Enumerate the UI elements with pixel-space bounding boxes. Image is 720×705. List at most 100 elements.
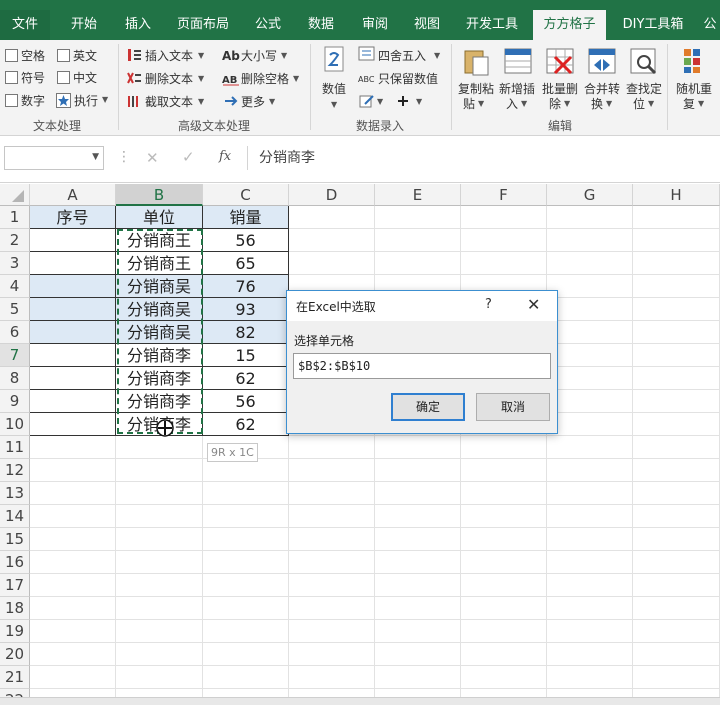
cell-c18[interactable] — [203, 597, 289, 620]
cell-c21[interactable] — [203, 666, 289, 689]
cell-h1[interactable] — [633, 206, 720, 229]
insert-new-dropdown-icon[interactable]: ▼ — [521, 99, 527, 108]
value-button[interactable]: 数值 — [322, 80, 346, 97]
cell-d15[interactable] — [289, 528, 375, 551]
cell-h17[interactable] — [633, 574, 720, 597]
cell-e15[interactable] — [375, 528, 461, 551]
cell-f11[interactable] — [461, 436, 547, 459]
cell-g16[interactable] — [547, 551, 633, 574]
cell-g5[interactable] — [547, 298, 633, 321]
cell-d12[interactable] — [289, 459, 375, 482]
copy-paste-button-line2[interactable]: 贴 — [463, 95, 475, 112]
cell-c6[interactable]: 82 — [203, 321, 289, 344]
cell-a8[interactable] — [30, 367, 116, 390]
row-header-15[interactable]: 15 — [0, 528, 30, 551]
ok-button[interactable]: 确定 — [391, 393, 465, 421]
cell-a3[interactable] — [30, 252, 116, 275]
cell-a19[interactable] — [30, 620, 116, 643]
plus-dropdown-icon[interactable]: ▼ — [416, 97, 422, 106]
cell-h7[interactable] — [633, 344, 720, 367]
cell-h6[interactable] — [633, 321, 720, 344]
row-header-14[interactable]: 14 — [0, 505, 30, 528]
row-header-10[interactable]: 10 — [0, 413, 30, 436]
cell-f14[interactable] — [461, 505, 547, 528]
more-button[interactable]: 更多 — [241, 93, 265, 110]
row-header-13[interactable]: 13 — [0, 482, 30, 505]
cell-e12[interactable] — [375, 459, 461, 482]
extract-text-button[interactable]: 截取文本 — [145, 93, 193, 110]
cell-d18[interactable] — [289, 597, 375, 620]
cell-g8[interactable] — [547, 367, 633, 390]
execute-label[interactable]: 执行 — [74, 92, 98, 109]
cell-a2[interactable] — [30, 229, 116, 252]
cell-a11[interactable] — [30, 436, 116, 459]
cell-e20[interactable] — [375, 643, 461, 666]
row-header-20[interactable]: 20 — [0, 643, 30, 666]
cell-d11[interactable] — [289, 436, 375, 459]
cell-e17[interactable] — [375, 574, 461, 597]
cell-e13[interactable] — [375, 482, 461, 505]
cell-a18[interactable] — [30, 597, 116, 620]
cell-d3[interactable] — [289, 252, 375, 275]
cell-a12[interactable] — [30, 459, 116, 482]
find-locate-button-line2[interactable]: 位 — [633, 95, 645, 112]
dialog-title-bar[interactable]: 在Excel中选取 ? ✕ — [287, 291, 557, 321]
batch-delete-button-line2[interactable]: 除 — [549, 95, 561, 112]
range-input[interactable]: $B$2:$B$10 — [293, 353, 551, 379]
cell-h11[interactable] — [633, 436, 720, 459]
cell-c20[interactable] — [203, 643, 289, 666]
select-all-corner[interactable] — [0, 184, 30, 206]
cell-a13[interactable] — [30, 482, 116, 505]
tab-home[interactable]: 开始 — [55, 10, 113, 40]
cell-b13[interactable] — [116, 482, 203, 505]
cell-b15[interactable] — [116, 528, 203, 551]
cell-b7[interactable]: 分销商李 — [116, 344, 203, 367]
space-checkbox[interactable] — [5, 49, 18, 62]
cell-g14[interactable] — [547, 505, 633, 528]
cell-e16[interactable] — [375, 551, 461, 574]
cell-b2[interactable]: 分销商王 — [116, 229, 203, 252]
random-repeat-button-line2[interactable]: 复 — [683, 95, 695, 112]
cell-f20[interactable] — [461, 643, 547, 666]
cell-f17[interactable] — [461, 574, 547, 597]
tab-more[interactable]: 公 — [700, 10, 720, 40]
cell-d13[interactable] — [289, 482, 375, 505]
row-header-5[interactable]: 5 — [0, 298, 30, 321]
tab-file[interactable]: 文件 — [0, 10, 50, 40]
cell-b9[interactable]: 分销商李 — [116, 390, 203, 413]
confirm-entry-icon[interactable]: ✓ — [182, 148, 195, 166]
row-header-16[interactable]: 16 — [0, 551, 30, 574]
cell-h10[interactable] — [633, 413, 720, 436]
cell-e11[interactable] — [375, 436, 461, 459]
cell-f15[interactable] — [461, 528, 547, 551]
edit-pen-dropdown-icon[interactable]: ▼ — [377, 97, 383, 106]
cell-b3[interactable]: 分销商王 — [116, 252, 203, 275]
tab-page-layout[interactable]: 页面布局 — [163, 10, 243, 40]
remove-space-button[interactable]: 删除空格 — [241, 70, 289, 87]
tab-review[interactable]: 审阅 — [349, 10, 401, 40]
cell-c7[interactable]: 15 — [203, 344, 289, 367]
insert-text-dropdown-icon[interactable]: ▼ — [198, 51, 204, 60]
cell-a15[interactable] — [30, 528, 116, 551]
cell-b4[interactable]: 分销商吴 — [116, 275, 203, 298]
cell-g11[interactable] — [547, 436, 633, 459]
cell-c13[interactable] — [203, 482, 289, 505]
cell-h8[interactable] — [633, 367, 720, 390]
cell-h2[interactable] — [633, 229, 720, 252]
cell-d19[interactable] — [289, 620, 375, 643]
row-header-17[interactable]: 17 — [0, 574, 30, 597]
cell-g9[interactable] — [547, 390, 633, 413]
cell-d17[interactable] — [289, 574, 375, 597]
row-header-4[interactable]: 4 — [0, 275, 30, 298]
cell-e2[interactable] — [375, 229, 461, 252]
delete-text-dropdown-icon[interactable]: ▼ — [198, 74, 204, 83]
cell-c16[interactable] — [203, 551, 289, 574]
tab-diy-toolbox[interactable]: DIY工具箱 — [610, 10, 696, 40]
cell-b17[interactable] — [116, 574, 203, 597]
english-checkbox[interactable] — [57, 49, 70, 62]
name-box-dropdown-icon[interactable]: ▼ — [92, 152, 99, 162]
cell-g4[interactable] — [547, 275, 633, 298]
cell-g7[interactable] — [547, 344, 633, 367]
round-dropdown-icon[interactable]: ▼ — [434, 51, 440, 60]
cell-f2[interactable] — [461, 229, 547, 252]
